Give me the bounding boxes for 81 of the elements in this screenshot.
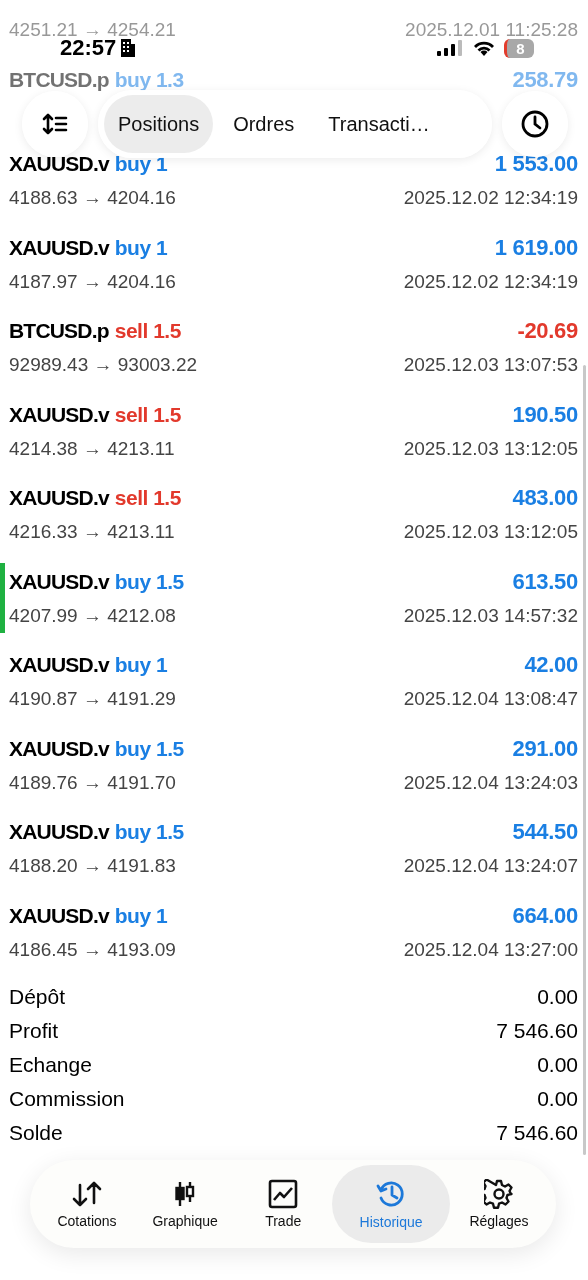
price-range: 4214.38 → 4213.11 bbox=[9, 437, 175, 460]
symbol-name: BTCUSD.p bbox=[9, 67, 109, 92]
wifi-icon bbox=[472, 39, 496, 57]
symbol-name: XAUUSD.v bbox=[9, 235, 109, 260]
deal-side: sell 1.5 bbox=[114, 319, 181, 343]
nav-tab[interactable]: Trade bbox=[234, 1165, 333, 1243]
symbol-name: XAUUSD.v bbox=[9, 486, 109, 510]
price-range: 4190.87 → 4191.29 bbox=[9, 688, 176, 710]
deal-side: buy 1.3 bbox=[114, 67, 184, 92]
deal-side: buy 1 bbox=[114, 152, 168, 176]
symbol-name: BTCUSD.p bbox=[9, 319, 109, 343]
summary-label: Commission bbox=[9, 1087, 125, 1111]
symbol-name: XAUUSD.v bbox=[9, 903, 109, 928]
summary-value: 0.00 bbox=[537, 1087, 578, 1111]
price-range: 4188.63 → 4204.16 bbox=[9, 187, 176, 209]
price-range: 4186.45 → 4193.09 bbox=[9, 938, 176, 961]
price-range: 4216.33 → 4213.11 bbox=[9, 521, 175, 543]
deal-time: 2025.12.03 13:12:05 bbox=[403, 521, 578, 543]
deal-side: buy 1.5 bbox=[114, 820, 184, 844]
deal-profit: 291.00 bbox=[512, 735, 578, 762]
deal-profit: 1 553.00 bbox=[494, 151, 578, 177]
tab[interactable]: Ordres bbox=[219, 95, 309, 153]
price-range: 92989.43 → 93003.22 bbox=[9, 354, 198, 376]
chart-icon bbox=[268, 1179, 299, 1209]
deal-time: 2025.12.02 12:34:19 bbox=[403, 187, 578, 209]
deal-time: 2025.12.04 13:24:03 bbox=[403, 771, 578, 794]
deal-time: 2025.12.04 13:08:47 bbox=[403, 688, 578, 710]
price-range: 4207.99 → 4212.08 bbox=[9, 604, 176, 627]
signal-icon bbox=[436, 39, 464, 57]
battery-icon: 8 bbox=[504, 38, 534, 58]
deal-time: 2025.12.02 12:34:19 bbox=[403, 270, 578, 293]
deal-time: 2025.12.03 13:07:53 bbox=[403, 354, 578, 376]
deal-profit: 42.00 bbox=[524, 652, 578, 678]
deal-profit: 664.00 bbox=[512, 902, 578, 929]
tab[interactable]: Positions bbox=[104, 95, 214, 153]
deal-side: buy 1 bbox=[114, 653, 168, 677]
deal-time: 2025.12.01 11:25:28 bbox=[405, 19, 578, 41]
symbol-name: XAUUSD.v bbox=[9, 152, 109, 176]
deal-profit: 190.50 bbox=[512, 401, 578, 428]
deal-time: 2025.12.04 13:27:00 bbox=[403, 938, 578, 961]
deal-profit: 1 619.00 bbox=[494, 234, 578, 261]
settings-icon bbox=[483, 1179, 514, 1209]
deal-time: 2025.12.03 13:12:05 bbox=[403, 437, 578, 460]
summary-value: 0.00 bbox=[537, 1053, 578, 1077]
deal-profit: 258.79 bbox=[512, 66, 578, 93]
deal-profit: 613.50 bbox=[512, 568, 578, 595]
summary-label: Dépôt bbox=[9, 985, 66, 1009]
nav-tab[interactable]: Cotations bbox=[38, 1165, 137, 1243]
deal-side: sell 1.5 bbox=[114, 486, 181, 510]
symbol-name: XAUUSD.v bbox=[9, 402, 109, 427]
price-range: 4187.97 → 4204.16 bbox=[9, 270, 176, 293]
sort-icon bbox=[41, 112, 69, 136]
symbol-name: XAUUSD.v bbox=[9, 569, 109, 594]
deal-time: 2025.12.03 14:57:32 bbox=[403, 604, 578, 627]
symbol-name: XAUUSD.v bbox=[9, 736, 109, 761]
deal-time: 2025.12.04 13:24:07 bbox=[403, 855, 578, 877]
deal-profit: -20.69 bbox=[517, 318, 578, 344]
summary-value: 7 546.60 bbox=[496, 1121, 578, 1145]
deal-profit: 544.50 bbox=[512, 819, 578, 845]
nav-tab[interactable]: Réglages bbox=[449, 1165, 548, 1243]
price-range: 4189.76 → 4191.70 bbox=[9, 771, 176, 794]
nav-tab[interactable]: Historique bbox=[332, 1165, 450, 1243]
symbol-name: XAUUSD.v bbox=[9, 653, 109, 677]
summary-label: Echange bbox=[9, 1053, 92, 1077]
price-range: 4188.20 → 4191.83 bbox=[9, 855, 176, 877]
tab[interactable]: Transacti… bbox=[314, 95, 444, 153]
deal-side: buy 1 bbox=[114, 903, 168, 928]
deal-side: buy 1.5 bbox=[114, 569, 184, 594]
deal-profit: 483.00 bbox=[512, 485, 578, 511]
nav-tab[interactable]: Graphique bbox=[136, 1165, 235, 1243]
deal-side: buy 1.5 bbox=[114, 736, 184, 761]
deal-side: buy 1 bbox=[114, 235, 168, 260]
summary-value: 0.00 bbox=[537, 985, 578, 1009]
clock-icon bbox=[520, 109, 550, 139]
summary-label: Solde bbox=[9, 1121, 63, 1145]
deal-side: sell 1.5 bbox=[114, 402, 181, 427]
building-icon bbox=[120, 38, 137, 58]
scroll-bar[interactable] bbox=[583, 365, 586, 1155]
summary-value: 7 546.60 bbox=[496, 1019, 578, 1043]
summary-label: Profit bbox=[9, 1019, 58, 1043]
symbol-name: XAUUSD.v bbox=[9, 820, 109, 844]
